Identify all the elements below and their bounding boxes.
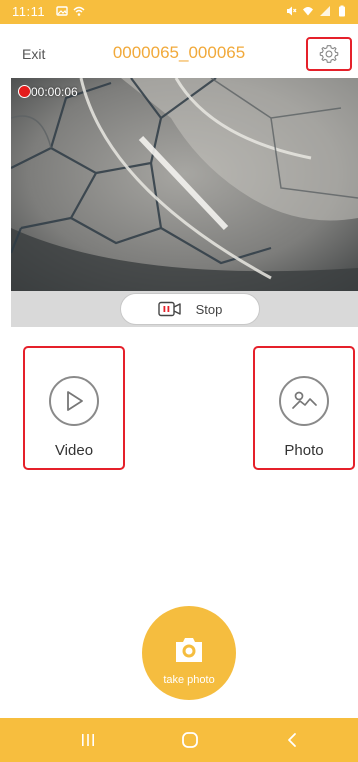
video-circle (49, 376, 99, 426)
status-right-icons (285, 5, 348, 17)
system-nav-bar (0, 718, 358, 762)
app-header: Exit 0000065_000065 (0, 24, 358, 74)
status-bar: 11:11 (0, 0, 358, 24)
mute-icon (287, 6, 297, 16)
back-icon (288, 733, 296, 747)
camera-icon (176, 638, 202, 662)
status-left-icons (56, 5, 85, 17)
status-time: 11:11 (12, 4, 46, 19)
video-label: Video (54, 442, 94, 459)
signal-icon (320, 6, 330, 16)
device-title: 0000065_000065 (112, 43, 246, 62)
stop-recording-button[interactable]: Stop (120, 293, 260, 325)
gallery-icon (292, 391, 317, 409)
stop-label: Stop (195, 301, 223, 317)
home-button[interactable] (160, 718, 220, 762)
camera-feed-image (11, 78, 358, 291)
video-mode-button[interactable]: Video (23, 346, 125, 470)
recording-timer: 00:00:06 (31, 85, 78, 99)
image-icon (56, 6, 68, 16)
recents-button[interactable] (58, 718, 118, 762)
recording-indicator (18, 85, 31, 98)
take-photo-label: take photo (163, 674, 215, 686)
back-button[interactable] (262, 718, 322, 762)
home-icon (182, 732, 198, 748)
photo-label: Photo (284, 442, 324, 459)
wifi-hotspot-icon (73, 6, 85, 16)
gear-icon (319, 45, 339, 63)
wifi-icon (303, 7, 313, 16)
photo-circle (279, 376, 329, 426)
camera-preview (11, 78, 358, 291)
photo-mode-button[interactable]: Photo (253, 346, 355, 470)
take-photo-button[interactable]: take photo (142, 606, 236, 700)
recents-icon (82, 734, 94, 746)
record-stop-icon (157, 301, 181, 317)
settings-button[interactable] (306, 37, 352, 71)
battery-icon (339, 5, 345, 17)
play-icon (67, 391, 83, 411)
